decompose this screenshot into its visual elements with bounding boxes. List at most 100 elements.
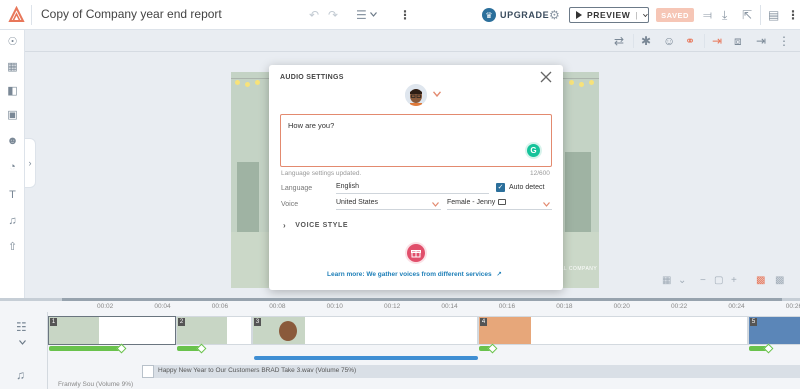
light-bulb [589, 80, 594, 85]
audio-clip-label: Happy New Year to Our Customers BRAD Tak… [158, 367, 357, 374]
scene-duration-bar[interactable] [49, 346, 122, 351]
grammarly-icon[interactable]: G [527, 144, 540, 157]
dialog-title: AUDIO SETTINGS [280, 74, 344, 81]
motion-path-icon[interactable]: ⧈ [734, 34, 742, 48]
saved-button[interactable]: SAVED [656, 8, 694, 22]
more-options-icon[interactable]: ⋮ [399, 8, 411, 22]
voice-style-toggle[interactable]: › VOICE STYLE [283, 221, 348, 230]
language-label: Language [281, 185, 313, 192]
enter-effect-icon[interactable]: ⇥ [712, 34, 722, 48]
character-avatar[interactable] [405, 84, 427, 106]
zoom-in-icon[interactable]: + [731, 274, 737, 288]
expression-icon[interactable]: ☺ [663, 34, 675, 48]
chevron-down-icon[interactable]: ⌄ [678, 274, 686, 288]
layers-icon[interactable]: ☰ [356, 8, 367, 22]
expand-drawer-button[interactable]: › [25, 138, 36, 188]
compass-icon[interactable]: ☉ [5, 35, 20, 50]
upload-icon[interactable]: ⇧ [5, 240, 20, 255]
timeline-tick-label: 00:14 [441, 303, 458, 310]
audio-settings-dialog: AUDIO SETTINGS How are you? G Language s… [269, 65, 563, 290]
upgrade-button[interactable]: ♛ UPGRADE [482, 7, 549, 23]
charts-icon[interactable]: ◔ [5, 160, 20, 175]
voice-style-label: VOICE STYLE [295, 222, 349, 229]
more-effects-icon[interactable]: ⋮ [778, 34, 790, 48]
redo-icon[interactable]: ↷ [328, 8, 338, 22]
vyond-logo-icon[interactable] [8, 6, 25, 23]
voice-region-select[interactable]: United States [336, 199, 441, 210]
preview-label: PREVIEW [587, 10, 631, 20]
scene-thumbnail[interactable]: 1 [48, 316, 176, 345]
background-music-label: Franwly Sou (Volume 9%) [58, 381, 134, 388]
document-title[interactable]: Copy of Company year end report [41, 7, 222, 21]
id-card-icon [498, 199, 507, 205]
timeline-tick-label: 00:12 [384, 303, 401, 310]
learn-more-text: Learn more: We gather voices from differ… [327, 271, 492, 278]
voice-label: Voice [281, 201, 299, 208]
chevron-down-icon[interactable] [370, 12, 377, 17]
scene-thumbnail[interactable]: 2 [176, 316, 252, 345]
close-icon[interactable] [540, 71, 552, 83]
scene-view-icon[interactable]: ▩ [756, 274, 765, 288]
character-count: 12/600 [530, 170, 550, 177]
music-icon[interactable]: ♫ [5, 214, 20, 229]
learn-more-link[interactable]: Learn more: We gather voices from differ… [327, 270, 502, 278]
document-icon[interactable]: ▤ [768, 8, 779, 22]
share-icon[interactable]: ⫤ [703, 8, 712, 22]
templates-icon[interactable]: ▦ [5, 60, 20, 75]
fit-screen-icon[interactable]: ▢ [714, 274, 723, 288]
divider: | [635, 10, 639, 20]
swap-icon[interactable]: ⇄ [614, 34, 624, 48]
grid-icon[interactable]: ▦ [662, 274, 671, 288]
gift-icon [411, 250, 421, 258]
timeline-tick-label: 00:06 [211, 303, 229, 310]
light-bulb [255, 80, 260, 85]
text-icon[interactable]: T [5, 188, 20, 203]
scene-thumbnail[interactable]: 3 [252, 316, 478, 345]
external-link-icon: ↗ [496, 271, 502, 278]
speech-text-value: How are you? [288, 121, 335, 130]
speech-text-input[interactable]: How are you? [280, 114, 552, 167]
chevron-down-icon[interactable] [19, 340, 26, 345]
object-toolbar: ⇄ ✱ ☺ ⚭ ⇥ ⧈ ⇥ ⋮ [25, 30, 800, 52]
language-select[interactable]: English [336, 183, 489, 194]
divider [31, 5, 32, 25]
gear-icon[interactable]: ⚙ [549, 8, 560, 22]
main-menu-icon[interactable]: ⋮ [787, 8, 799, 22]
action-icon[interactable]: ✱ [641, 34, 651, 48]
audio-track-header: ♫ [0, 362, 48, 389]
scene-thumbnail[interactable]: 5 [748, 316, 800, 345]
timeline-tick-label: 00:18 [556, 303, 573, 310]
canvas-company-text: AL COMPANY [560, 266, 598, 272]
voice-services-button[interactable] [407, 244, 425, 262]
exit-effect-icon[interactable]: ⇥ [756, 34, 766, 48]
chevron-right-icon: › [283, 221, 287, 230]
building [565, 152, 591, 232]
character-face-icon [405, 84, 427, 106]
timeline-scroll-thumb[interactable] [62, 298, 782, 301]
left-sidebar: ☉ ▦ ◧ ▣ ☻ ◔ T ♫ ⇧ [0, 30, 25, 300]
scene-number: 3 [254, 318, 261, 326]
zoom-out-icon[interactable]: − [700, 274, 706, 288]
scenes-icon[interactable]: ◧ [5, 84, 20, 99]
export-icon[interactable]: ⇱ [742, 8, 752, 22]
download-icon[interactable]: ⤓ [722, 8, 727, 22]
scene-thumbnail[interactable]: 4 [478, 316, 748, 345]
chevron-down-icon[interactable] [643, 13, 648, 18]
props-icon[interactable]: ▣ [5, 108, 20, 123]
music-note-icon: ♫ [16, 368, 25, 382]
auto-detect-checkbox[interactable]: ✓ [496, 183, 505, 192]
chevron-down-icon[interactable] [433, 91, 441, 97]
character-voice-range[interactable] [254, 356, 478, 360]
fullscreen-icon[interactable]: ▩ [775, 274, 784, 288]
light-bulb [235, 80, 240, 85]
divider [704, 34, 705, 48]
voice-name-select[interactable]: Female - Jenny [447, 199, 552, 210]
undo-icon[interactable]: ↶ [309, 8, 319, 22]
microphone-icon[interactable]: ⚭ [685, 34, 695, 48]
status-message: Language settings updated. [281, 170, 362, 177]
characters-icon[interactable]: ☻ [5, 134, 20, 149]
preview-button[interactable]: PREVIEW | [569, 7, 649, 23]
top-bar: Copy of Company year end report ↶ ↷ ☰ ⋮ … [0, 0, 800, 30]
timeline-tick-label: 00:04 [154, 303, 171, 310]
voice-region-value: United States [336, 199, 379, 206]
